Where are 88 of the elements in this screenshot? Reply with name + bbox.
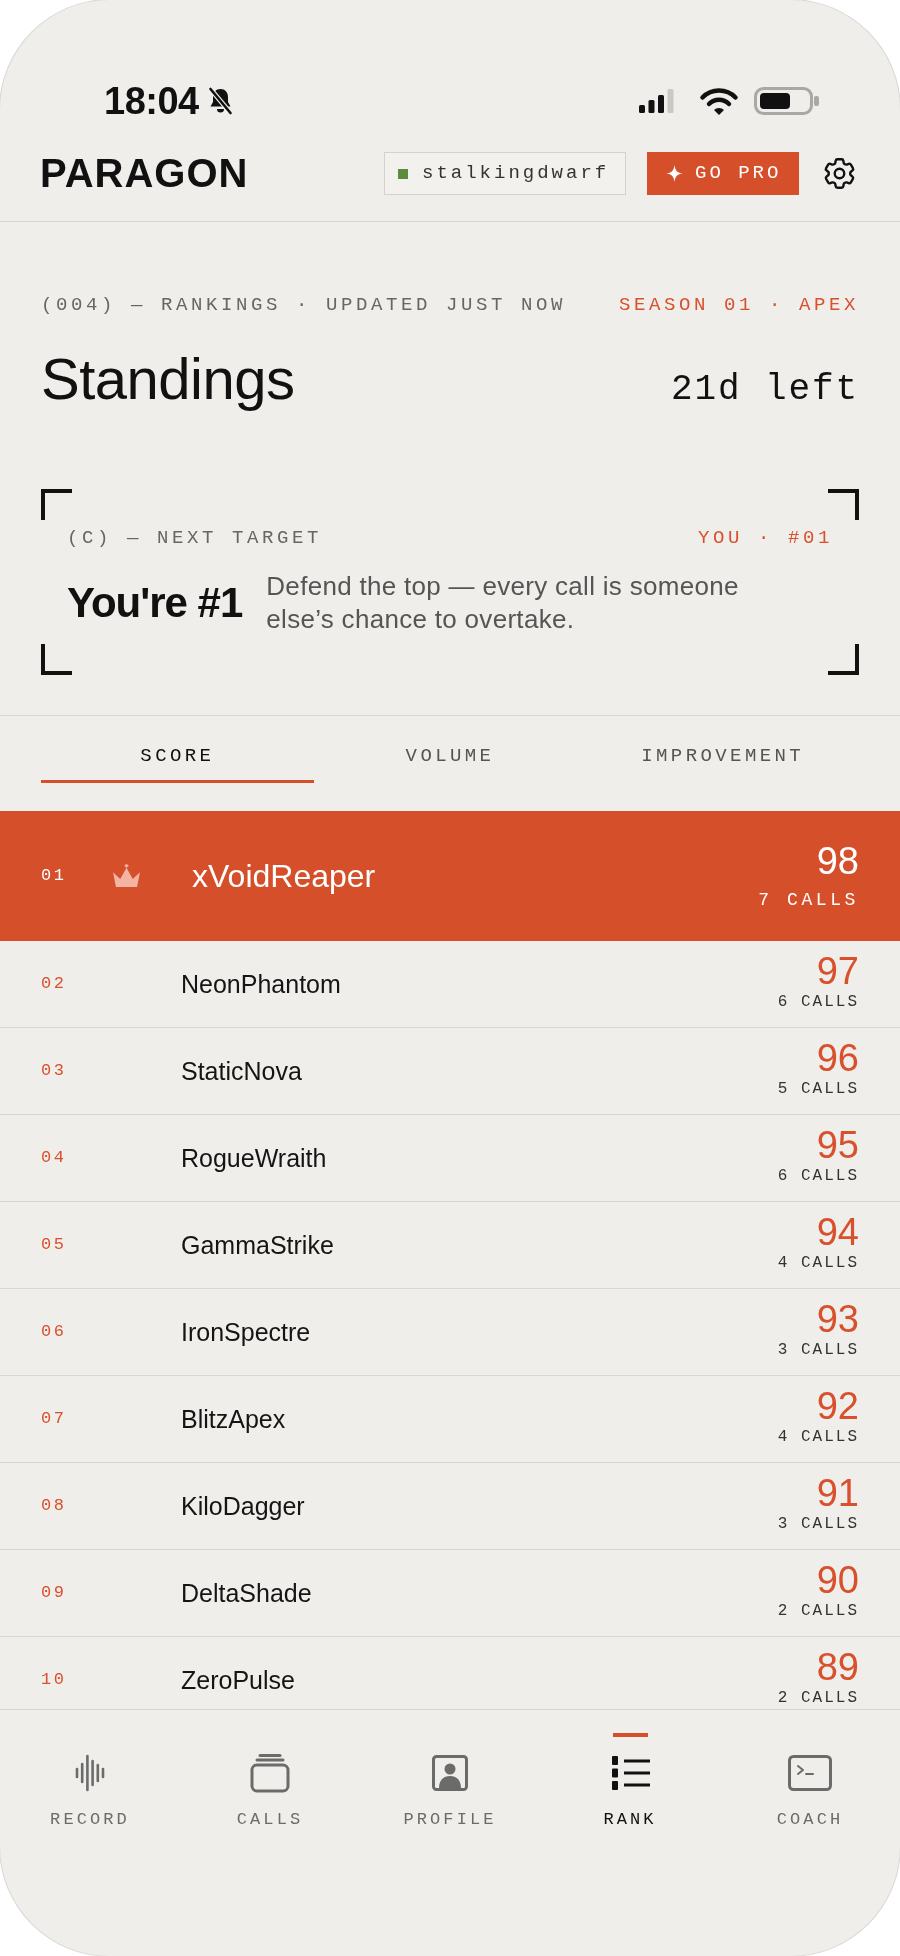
waveform-icon (75, 1753, 105, 1793)
nav-tab[interactable]: CALLS (180, 1710, 360, 1836)
calls-count: 4 CALLS (777, 1429, 859, 1445)
score-value: 91 (816, 1475, 859, 1511)
player-name: xVoidReaper (192, 860, 376, 892)
season-label: SEASON 01 · APEX (618, 293, 859, 317)
frame-corner-icon (828, 644, 859, 675)
frame-corner-icon (828, 489, 859, 520)
rank-number: 03 (41, 1060, 68, 1083)
score-value: 97 (816, 953, 859, 989)
section-eyebrow: (004) — RANKINGS · UPDATED JUST NOW (41, 293, 567, 317)
player-name: KiloDagger (181, 1493, 305, 1519)
leaderboard-row[interactable]: 06 IronSpectre 93 3 CALLS (0, 1289, 900, 1376)
calls-count: 2 CALLS (777, 1603, 859, 1619)
rank-number: 04 (41, 1147, 68, 1170)
player-name: IronSpectre (181, 1319, 311, 1345)
battery-icon (754, 87, 819, 115)
rank-number: 06 (41, 1321, 68, 1344)
target-message: Defend the top — every call is someone else’s chance to overtake. (266, 570, 740, 636)
calls-count: 4 CALLS (777, 1255, 859, 1271)
selected-indicator (612, 1733, 648, 1737)
rank-number: 08 (41, 1495, 68, 1518)
nav-tab[interactable]: RANK (540, 1710, 720, 1836)
frame-corner-icon (41, 644, 72, 675)
calls-count: 7 CALLS (758, 891, 859, 909)
rank-number: 07 (41, 1408, 68, 1431)
go-pro-button[interactable]: GO PRO (647, 152, 799, 195)
score-value: 95 (816, 1127, 859, 1163)
target-headline: You're #1 (67, 582, 243, 624)
nav-tab[interactable]: COACH (720, 1710, 900, 1836)
cellular-signal-icon (639, 89, 674, 113)
score-value: 94 (816, 1214, 859, 1250)
rank-number: 01 (41, 865, 68, 888)
calls-count: 3 CALLS (777, 1516, 859, 1532)
calls-count: 5 CALLS (777, 1081, 859, 1097)
nav-label: CALLS (236, 1810, 304, 1830)
leaderboard-row[interactable]: 05 GammaStrike 94 4 CALLS (0, 1202, 900, 1289)
leaderboard-row[interactable]: 08 KiloDagger 91 3 CALLS (0, 1463, 900, 1550)
tab[interactable]: SCORE (41, 716, 314, 783)
player-name: ZeroPulse (181, 1667, 295, 1693)
calls-count: 2 CALLS (777, 1690, 859, 1706)
sparkle-icon (666, 165, 683, 182)
card-eyebrow: (C) — NEXT TARGET (67, 526, 323, 550)
score-value: 89 (816, 1649, 859, 1685)
leaderboard-row[interactable]: 07 BlitzApex 92 4 CALLS (0, 1376, 900, 1463)
nav-label: RECORD (50, 1810, 130, 1830)
nav-tab[interactable]: RECORD (0, 1710, 180, 1836)
calls-count: 3 CALLS (777, 1342, 859, 1358)
stacked-cards-icon (250, 1753, 290, 1793)
list-icon (610, 1755, 650, 1791)
leaderboard-row[interactable]: 04 RogueWraith 95 6 CALLS (0, 1115, 900, 1202)
frame-corner-icon (41, 489, 72, 520)
app-logo: PARAGON (40, 152, 249, 195)
account-chip[interactable]: stalkingdwarf (384, 152, 626, 195)
portrait-icon (432, 1755, 468, 1791)
status-time: 18:04 (104, 82, 199, 120)
score-value: 98 (816, 843, 859, 879)
nav-label: PROFILE (403, 1810, 497, 1830)
terminal-icon (788, 1755, 832, 1791)
player-name: StaticNova (181, 1058, 302, 1084)
settings-icon[interactable] (823, 157, 856, 190)
target-position: YOU · #01 (697, 526, 833, 550)
score-value: 96 (816, 1040, 859, 1076)
wifi-icon (699, 86, 739, 116)
score-value: 93 (816, 1301, 859, 1337)
tab[interactable]: IMPROVEMENT (586, 716, 859, 783)
nav-tab[interactable]: PROFILE (360, 1710, 540, 1836)
calls-count: 6 CALLS (777, 1168, 859, 1184)
player-name: DeltaShade (181, 1580, 312, 1606)
leaderboard-row[interactable]: 02 NeonPhantom 97 6 CALLS (0, 941, 900, 1028)
calls-count: 6 CALLS (777, 994, 859, 1010)
player-name: RogueWraith (181, 1145, 327, 1171)
rank-number: 10 (41, 1669, 68, 1692)
player-name: NeonPhantom (181, 971, 341, 997)
nav-label: RANK (603, 1810, 657, 1830)
rank-number: 02 (41, 973, 68, 996)
rank-number: 05 (41, 1234, 68, 1257)
leaderboard-row[interactable]: 03 StaticNova 96 5 CALLS (0, 1028, 900, 1115)
time-left: 21d left (670, 372, 859, 408)
leaderboard-row[interactable]: 01 xVoidReaper 98 7 CALLS (0, 811, 900, 941)
leaderboard-row[interactable]: 09 DeltaShade 90 2 CALLS (0, 1550, 900, 1637)
player-name: BlitzApex (181, 1406, 286, 1432)
nav-label: COACH (776, 1810, 844, 1830)
score-value: 90 (816, 1562, 859, 1598)
tab[interactable]: VOLUME (313, 716, 587, 783)
rank-number: 09 (41, 1582, 68, 1605)
player-name: GammaStrike (181, 1232, 334, 1258)
score-value: 92 (816, 1388, 859, 1424)
